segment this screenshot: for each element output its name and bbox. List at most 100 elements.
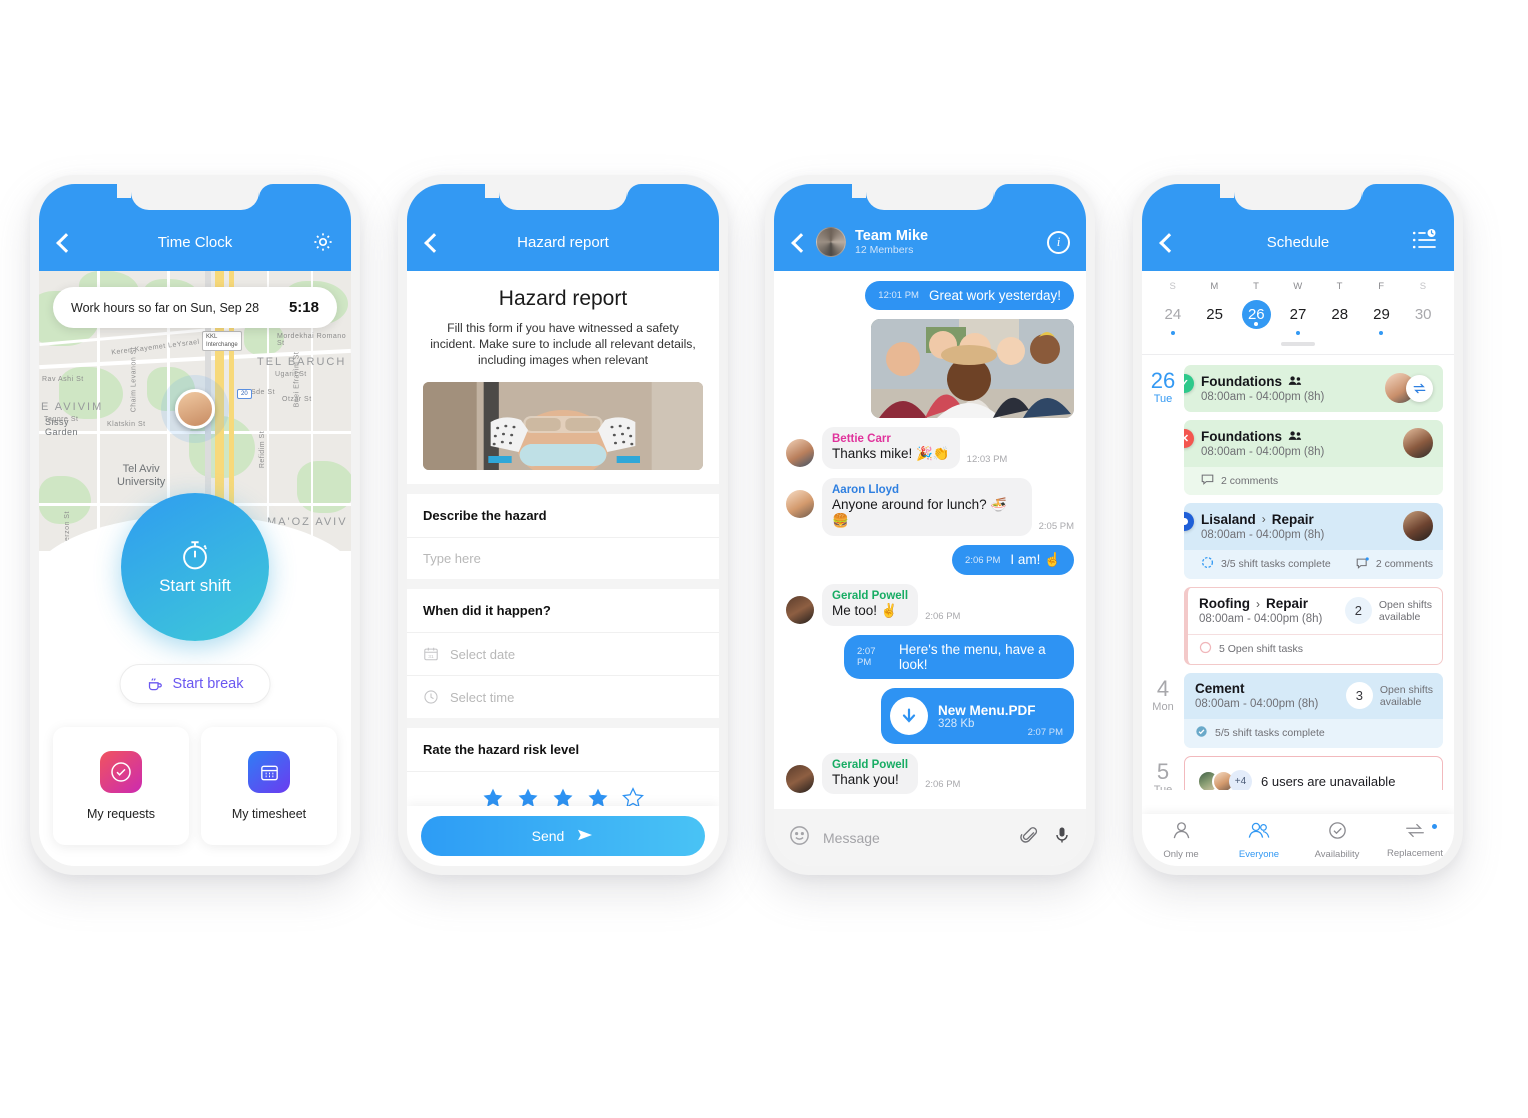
tab-everyone[interactable]: Everyone	[1220, 814, 1298, 866]
unavailable-card[interactable]: +4 6 users are unavailable	[1184, 756, 1443, 790]
avatar[interactable]	[786, 439, 814, 467]
shift-card-footer[interactable]: 2 comments	[1184, 467, 1443, 495]
avatar[interactable]	[816, 227, 846, 257]
chevron-right-icon: ›	[1261, 512, 1266, 526]
tab-availability[interactable]: Availability	[1298, 814, 1376, 866]
back-chevron-icon[interactable]	[423, 233, 441, 251]
shift-title: Lisaland	[1201, 511, 1256, 527]
shift-title: Roofing	[1199, 596, 1250, 611]
send-label: Send	[531, 828, 565, 844]
calendar-grid-icon	[248, 751, 290, 793]
gear-icon[interactable]	[311, 230, 335, 254]
dow-label: S	[1169, 281, 1177, 292]
calendar-expand-handle[interactable]	[1281, 342, 1315, 346]
open-shifts-label: Open shifts available	[1378, 598, 1432, 623]
message-bubble-out[interactable]: 2:07 PM Here's the menu, have a look!	[786, 635, 1074, 679]
send-bar: Send	[407, 806, 719, 866]
calendar-day-24[interactable]: 24	[1152, 299, 1194, 335]
people-icon	[1288, 429, 1303, 444]
info-circle-icon[interactable]: i	[1047, 230, 1070, 254]
message-image-out[interactable]	[786, 319, 1074, 418]
day-number: 25	[1206, 305, 1223, 323]
check-filled-icon	[1195, 725, 1208, 741]
message-bubble-in[interactable]: Gerald Powell Me too! ✌️ 2:06 PM	[786, 584, 1074, 626]
phone-notch	[1220, 184, 1376, 210]
shift-card[interactable]: ✕ Foundations 08:00am - 04:00pm (8h) 2 c…	[1184, 420, 1443, 495]
message-time: 2:07 PM	[1027, 727, 1063, 738]
week-calendar[interactable]: S M T W T F S 24 25 26 27 28 29 30	[1142, 271, 1454, 346]
message-text: Here's the menu, have a look!	[899, 642, 1046, 672]
section-label: Rate the hazard risk level	[423, 742, 580, 757]
select-time-input[interactable]: Select time	[407, 675, 719, 718]
shift-card-footer[interactable]: 5 Open shift tasks	[1188, 634, 1442, 664]
open-shifts-count: 3	[1345, 682, 1373, 709]
calendar-day-27[interactable]: 27	[1277, 299, 1319, 335]
back-chevron-icon[interactable]	[55, 233, 73, 251]
list-clock-icon[interactable]	[1412, 228, 1438, 256]
day-marker: 26 Tue	[1142, 365, 1184, 673]
avatar[interactable]	[1403, 428, 1433, 458]
screen-hazard-report: Hazard report Hazard report Fill this fo…	[407, 184, 719, 866]
calendar-day-29[interactable]: 29	[1361, 299, 1403, 335]
coffee-cup-icon	[147, 676, 164, 693]
message-file-out[interactable]: New Menu.PDF 328 Kb 2:07 PM	[786, 688, 1074, 744]
send-button[interactable]: Send	[421, 816, 705, 856]
tab-only-me[interactable]: Only me	[1142, 814, 1220, 866]
calendar-day-28[interactable]: 28	[1319, 299, 1361, 335]
sender-name: Gerald Powell	[832, 590, 909, 602]
message-bubble-out[interactable]: 2:06 PM I am! ☝️	[786, 545, 1074, 575]
my-timesheet-card[interactable]: My timesheet	[201, 727, 337, 845]
chat-title-block[interactable]: Team Mike 12 Members	[855, 228, 928, 257]
open-shift-card[interactable]: Roofing › Repair 08:00am - 04:00pm (8h) …	[1184, 587, 1443, 665]
check-circle-icon	[100, 751, 142, 793]
smiley-icon[interactable]	[788, 824, 811, 852]
open-shift-card[interactable]: Cement 08:00am - 04:00pm (8h) 3 Open shi…	[1184, 673, 1443, 748]
avatar[interactable]	[786, 596, 814, 624]
shift-list[interactable]: 26 Tue ✓ Foundations 08:00am - 04:00pm (…	[1142, 355, 1454, 790]
phone-notch	[117, 184, 273, 210]
file-attachment-bubble[interactable]: New Menu.PDF 328 Kb 2:07 PM	[881, 688, 1074, 744]
map-route-shield: 20	[237, 389, 252, 399]
microphone-icon[interactable]	[1052, 825, 1072, 850]
message-text: Me too! ✌️	[832, 603, 898, 618]
back-chevron-icon[interactable]	[790, 233, 808, 251]
day-number-row: 24 25 26 27 28 29 30	[1152, 299, 1444, 335]
message-bubble-in[interactable]: Aaron Lloyd Anyone around for lunch? 🍜🍔 …	[786, 478, 1074, 536]
describe-hazard-input[interactable]: Type here	[407, 537, 719, 579]
message-bubble-in[interactable]: Bettie Carr Thanks mike! 🎉👏 12:03 PM	[786, 427, 1074, 469]
shift-card-footer[interactable]: 5/5 shift tasks complete	[1184, 719, 1443, 748]
chat-message-list[interactable]: 12:01 PM Great work yesterday! Bettie Ca…	[774, 271, 1086, 809]
message-time: 2:05 PM	[1038, 521, 1074, 532]
swap-icon[interactable]	[1406, 374, 1433, 402]
section-label: When did it happen?	[423, 603, 551, 618]
download-arrow-icon[interactable]	[890, 697, 928, 735]
avatar[interactable]	[786, 765, 814, 793]
avatar[interactable]	[786, 490, 814, 518]
avatar[interactable]	[1403, 511, 1433, 541]
message-input[interactable]: Message	[823, 830, 1007, 846]
paperclip-icon[interactable]	[1019, 825, 1040, 851]
hazard-form-scroll[interactable]: Hazard report Fill this form if you have…	[407, 271, 719, 866]
message-time: 2:06 PM	[925, 779, 961, 790]
describe-hazard-section: Describe the hazard Type here	[407, 494, 719, 579]
message-bubble-out[interactable]: 12:01 PM Great work yesterday!	[786, 281, 1074, 310]
message-time: 2:06 PM	[925, 611, 961, 622]
start-shift-button[interactable]: Start shift	[121, 493, 269, 641]
calendar-day-25[interactable]: 25	[1194, 299, 1236, 335]
start-break-button[interactable]: Start break	[119, 664, 271, 704]
back-chevron-icon[interactable]	[1158, 233, 1176, 251]
my-requests-card[interactable]: My requests	[53, 727, 189, 845]
calendar-day-30[interactable]: 30	[1402, 299, 1444, 335]
unavailable-text: 6 users are unavailable	[1261, 774, 1396, 789]
shift-card-footer[interactable]: 3/5 shift tasks complete 2 comments	[1184, 550, 1443, 579]
shift-card[interactable]: ✓ Foundations 08:00am - 04:00pm (8h)	[1184, 365, 1443, 412]
file-size: 328 Kb	[938, 717, 975, 730]
calendar-day-26-selected[interactable]: 26	[1235, 299, 1277, 335]
shift-task-progress: 3/5 shift tasks complete	[1221, 558, 1331, 570]
shift-card[interactable]: Lisaland › Repair 08:00am - 04:00pm (8h)	[1184, 503, 1443, 579]
message-bubble-in[interactable]: Gerald Powell Thank you! 2:06 PM	[786, 753, 1074, 794]
form-title: Hazard report	[498, 287, 628, 310]
tab-replacement[interactable]: Replacement	[1376, 814, 1454, 866]
people-icon	[1288, 374, 1303, 389]
select-date-input[interactable]: 31 Select date	[407, 632, 719, 675]
